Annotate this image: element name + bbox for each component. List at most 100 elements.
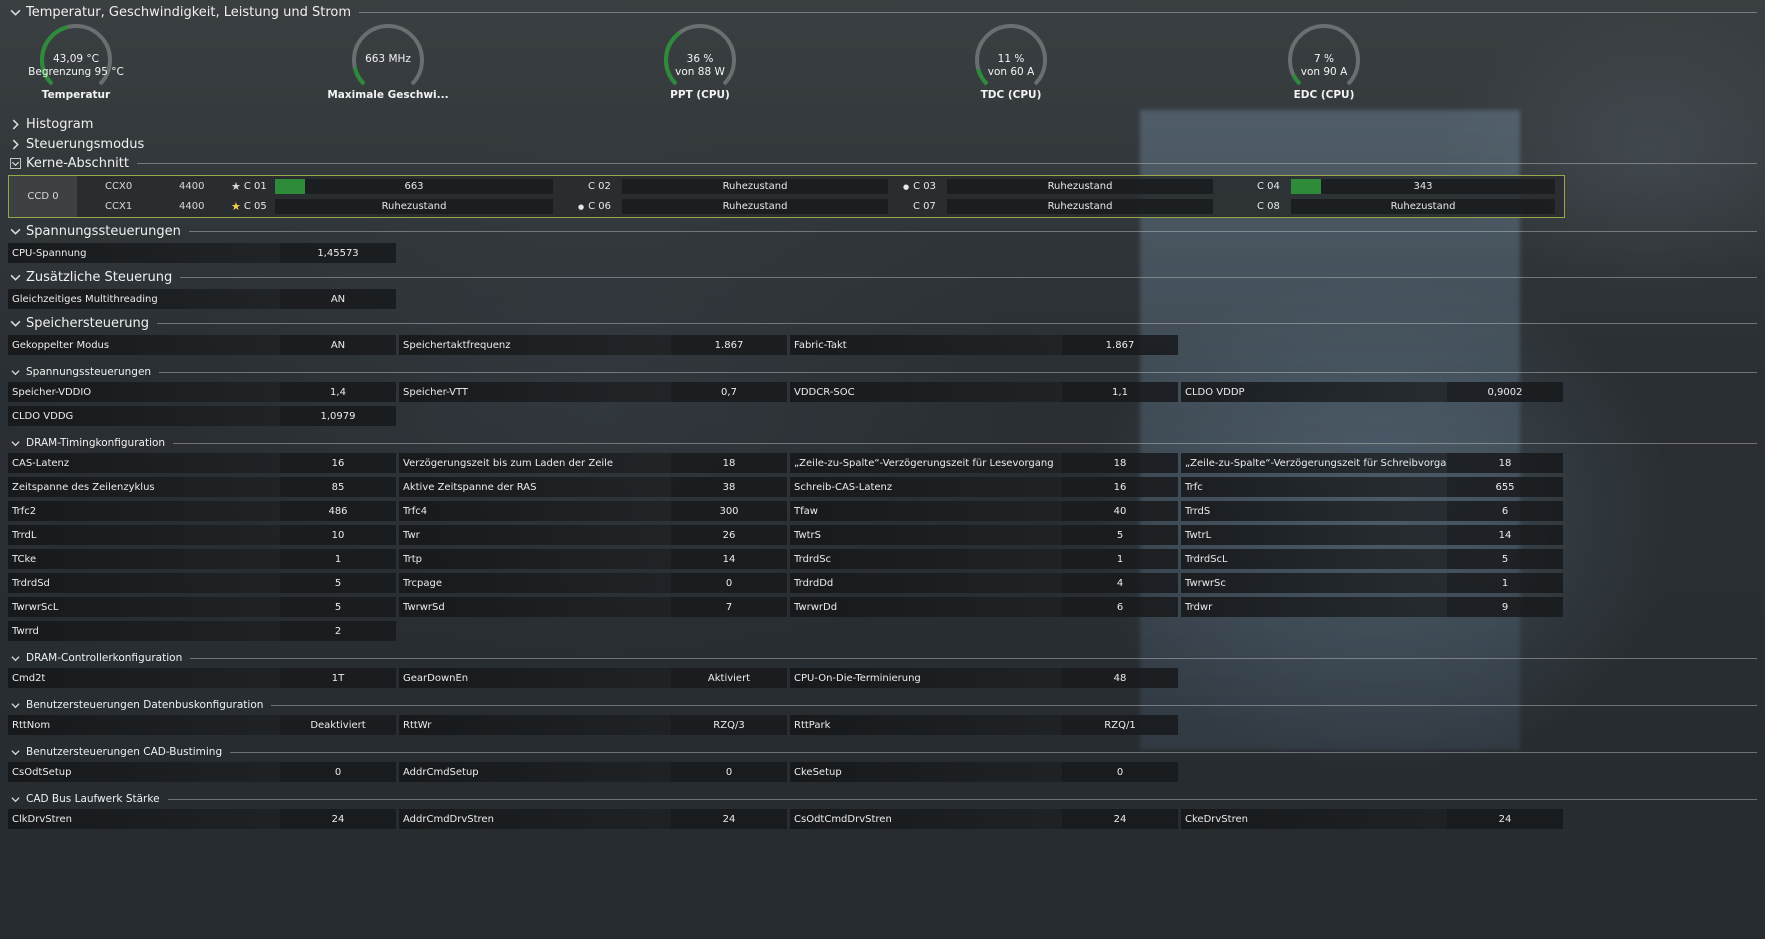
section-header-user-databus[interactable]: Benutzersteuerungen Datenbuskonfiguratio… (8, 696, 1757, 714)
setting-value: 5 (280, 573, 396, 593)
core-value: Ruhezustand (1390, 201, 1456, 212)
section-header-temp[interactable]: Temperatur, Geschwindigkeit, Leistung un… (8, 3, 1757, 21)
setting-label: „Zeile-zu-Spalte“-Verzögerungszeit für S… (1181, 453, 1447, 473)
setting-label: CkeDrvStren (1181, 809, 1447, 829)
section-header-cad-drive[interactable]: CAD Bus Laufwerk Stärke (8, 790, 1757, 808)
chevron-down-icon[interactable] (8, 792, 22, 806)
gauge-subvalue: Begrenzung 95 °C (28, 66, 124, 78)
chevron-down-icon[interactable] (8, 745, 22, 759)
smt-row: Gleichzeitiges Multithreading AN (8, 289, 396, 309)
core-name-wrap: ★ C 05 (231, 200, 277, 213)
core-name: C 06 (588, 201, 611, 212)
chevron-down-icon[interactable] (8, 316, 22, 330)
setting-label: GearDownEn (399, 668, 671, 688)
ccx-name: CCX1 (105, 201, 133, 212)
section-header-control-mode[interactable]: Steuerungsmodus (8, 135, 1757, 153)
setting-label: Twr (399, 525, 671, 545)
core-c01[interactable]: ★ C 01 663 (231, 177, 561, 196)
gauge-1: 663 MHz Maximale Geschwi... (327, 24, 449, 114)
setting-label: Schreib-CAS-Latenz (790, 477, 1062, 497)
divider (167, 798, 1757, 800)
setting-value: 0,7 (671, 382, 787, 402)
chevron-down-icon[interactable] (8, 224, 22, 238)
core-name: C 07 (913, 201, 936, 212)
setting-value: RZQ/1 (1062, 715, 1178, 735)
setting-value: 24 (280, 809, 396, 829)
setting-label: TrrdS (1181, 501, 1447, 521)
setting-label: CAS-Latenz (8, 453, 280, 473)
section-title: Benutzersteuerungen CAD-Bustiming (26, 746, 223, 758)
setting-value: 1.867 (1062, 335, 1178, 355)
gauge-subvalue: von 88 W (675, 66, 725, 78)
chevron-down-icon[interactable] (8, 698, 22, 712)
setting-label: Tfaw (790, 501, 1062, 521)
setting-label: Aktive Zeitspanne der RAS (399, 477, 671, 497)
setting-row: TwrwrScL 5 (8, 597, 396, 617)
setting-label: Trdwr (1181, 597, 1447, 617)
divider (188, 230, 1757, 232)
setting-value: 85 (280, 477, 396, 497)
setting-label: Trcpage (399, 573, 671, 593)
gauge-label: Temperatur (41, 89, 111, 101)
section-title: CAD Bus Laufwerk Stärke (26, 793, 160, 805)
core-c04[interactable]: C 04 343 (1247, 177, 1563, 196)
core-value: Ruhezustand (722, 181, 788, 192)
section-header-histogram[interactable]: Histogram (8, 115, 1757, 133)
section-header-voltage[interactable]: Spannungssteuerungen (8, 222, 1757, 240)
chevron-down-icon[interactable] (8, 436, 22, 450)
section-header-dram-timing[interactable]: DRAM-Timingkonfiguration (8, 434, 1757, 452)
setting-row: Twr 26 (399, 525, 787, 545)
setting-row: Zeitspanne des Zeilenzyklus 85 (8, 477, 396, 497)
setting-label: Trfc4 (399, 501, 671, 521)
setting-label: TrdrdSc (790, 549, 1062, 569)
setting-row: CkeSetup 0 (790, 762, 1178, 782)
setting-row: TrrdS 6 (1181, 501, 1563, 521)
core-c02[interactable]: C 02 Ruhezustand (578, 177, 896, 196)
gauge-value: 43,09 °C (53, 53, 99, 65)
divider (359, 11, 1757, 13)
setting-value: 16 (280, 453, 396, 473)
setting-value: 1.867 (671, 335, 787, 355)
setting-row: TwrwrDd 6 (790, 597, 1178, 617)
chevron-down-box-icon[interactable] (8, 156, 22, 170)
core-c05[interactable]: ★ C 05 Ruhezustand (231, 197, 561, 216)
setting-label: TrdrdScL (1181, 549, 1447, 569)
gauge-label: Maximale Geschwi... (327, 89, 449, 101)
ryzen-master-panel: Temperatur, Geschwindigkeit, Leistung un… (0, 0, 1765, 939)
section-header-cores[interactable]: Kerne-Abschnitt (8, 154, 1757, 172)
section-header-user-cad[interactable]: Benutzersteuerungen CAD-Bustiming (8, 743, 1757, 761)
setting-value: 7 (671, 597, 787, 617)
core-c07[interactable]: C 07 Ruhezustand (903, 197, 1221, 216)
setting-label: RttWr (399, 715, 671, 735)
core-c03[interactable]: ● C 03 Ruhezustand (903, 177, 1221, 196)
section-header-memory[interactable]: Speichersteuerung (8, 314, 1757, 332)
core-c06[interactable]: ● C 06 Ruhezustand (578, 197, 896, 216)
setting-row: VDDCR-SOC 1,1 (790, 382, 1178, 402)
setting-value: 5 (1062, 525, 1178, 545)
setting-value: 1,4 (280, 382, 396, 402)
section-header-dram-controller[interactable]: DRAM-Controllerkonfiguration (8, 649, 1757, 667)
core-c08[interactable]: C 08 Ruhezustand (1247, 197, 1563, 216)
core-name: C 04 (1257, 181, 1280, 192)
section-header-additional[interactable]: Zusätzliche Steuerung (8, 268, 1757, 286)
setting-label: Twrrd (8, 621, 280, 641)
section-title: Steuerungsmodus (26, 136, 145, 152)
chevron-right-icon[interactable] (8, 137, 22, 151)
setting-row: CsOdtSetup 0 (8, 762, 396, 782)
chevron-down-icon[interactable] (8, 5, 22, 19)
star-icon: ★ (231, 200, 241, 213)
chevron-right-icon[interactable] (8, 117, 22, 131)
gauge-fill (352, 66, 366, 86)
setting-row: Twrrd 2 (8, 621, 396, 641)
setting-row: TrdrdSd 5 (8, 573, 396, 593)
setting-row: Gekoppelter Modus AN (8, 335, 396, 355)
section-header-mem-voltage[interactable]: Spannungssteuerungen (8, 363, 1757, 381)
setting-value: 26 (671, 525, 787, 545)
chevron-down-icon[interactable] (8, 270, 22, 284)
chevron-down-icon[interactable] (8, 651, 22, 665)
setting-label: CPU-Spannung (8, 243, 280, 263)
ccx-name: CCX0 (105, 181, 133, 192)
gauge-value: 36 % (686, 53, 714, 65)
chevron-down-icon[interactable] (8, 365, 22, 379)
setting-value: 16 (1062, 477, 1178, 497)
